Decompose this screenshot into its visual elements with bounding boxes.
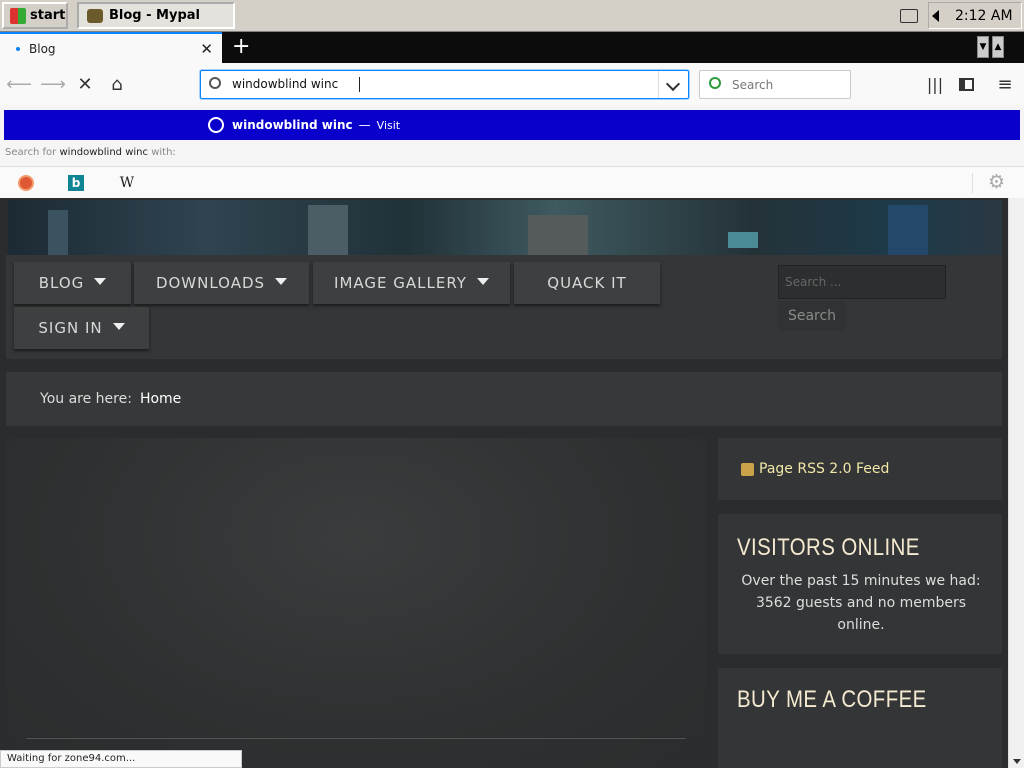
wikipedia-icon[interactable]: W <box>119 175 135 191</box>
close-tab-icon[interactable]: ✕ <box>200 40 213 58</box>
menu-icon[interactable]: ≡ <box>994 73 1016 95</box>
search-placeholder: Search <box>732 77 774 92</box>
status-bar: Waiting for zone94.com... <box>0 750 242 768</box>
tab-title: Blog <box>29 41 56 56</box>
search-bar[interactable]: Search <box>699 70 851 99</box>
dropdown-arrow-icon <box>275 277 288 285</box>
autocomplete-title: windowblind winc <box>232 118 353 132</box>
taskbar-window-button[interactable]: Blog - Mypal <box>77 2 235 29</box>
dropdown-arrow-icon <box>94 277 107 285</box>
clock: 2:12 AM <box>955 7 1013 24</box>
site-banner <box>8 200 1002 255</box>
bing-icon[interactable]: b <box>68 175 84 191</box>
taskbar-window-label: Blog - Mypal <box>109 8 200 23</box>
forward-icon[interactable]: ⟶ <box>40 73 66 95</box>
menu-image-gallery[interactable]: IMAGE GALLERY <box>313 262 510 304</box>
menu-blog[interactable]: BLOG <box>14 262 131 304</box>
taskbar: start Blog - Mypal 2:12 AM <box>0 0 1024 32</box>
library-icon[interactable]: ||| <box>924 73 946 95</box>
scroll-down-icon[interactable] <box>1013 759 1021 764</box>
search-icon <box>209 77 221 89</box>
coffee-title: BUY ME A COFFEE <box>737 686 927 713</box>
tab-strip: Blog ✕ + ▼ ▲ <box>0 32 1024 63</box>
dropdown-arrow-icon <box>112 322 125 330</box>
nav-toolbar: ⟵ ⟶ ✕ ⌂ windowblind winc Search ||| ≡ <box>0 63 1024 105</box>
url-bar[interactable]: windowblind winc <box>200 70 689 99</box>
site-search-button[interactable]: Search <box>778 301 846 331</box>
tab-list-down-icon[interactable]: ▼ <box>977 36 989 58</box>
autocomplete-separator: — <box>358 118 371 132</box>
system-tray: 2:12 AM <box>928 2 1022 29</box>
coffee-module: BUY ME A COFFEE <box>718 668 1002 768</box>
autocomplete-action: Visit <box>376 118 401 132</box>
text-cursor <box>359 77 361 92</box>
autocomplete-popup: windowblind winc — Visit Search for wind… <box>0 105 1024 198</box>
stop-icon[interactable]: ✕ <box>74 73 96 95</box>
new-tab-button[interactable]: + <box>232 35 250 59</box>
sidebar-icon[interactable] <box>955 73 977 95</box>
search-engine-bar: b W ⚙ <box>0 166 1024 198</box>
site-search-input[interactable]: Search ... <box>778 265 946 299</box>
start-button[interactable]: start <box>2 2 68 29</box>
tab-scroll-icon[interactable]: ▲ <box>992 36 1004 58</box>
home-icon[interactable]: ⌂ <box>106 73 128 95</box>
main-content <box>6 438 706 768</box>
loading-dot-icon <box>16 46 20 51</box>
site-menu: BLOG DOWNLOADS IMAGE GALLERY QUACK IT SI… <box>6 255 1002 359</box>
windows-logo-icon <box>10 7 26 24</box>
menu-quack-it[interactable]: QUACK IT <box>514 262 660 304</box>
divider <box>26 738 686 739</box>
page-viewport: BLOG DOWNLOADS IMAGE GALLERY QUACK IT SI… <box>0 198 1008 768</box>
visitors-module: VISITORS ONLINE Over the past 15 minutes… <box>718 514 1002 654</box>
rss-module: Page RSS 2.0 Feed <box>718 438 1002 500</box>
duckduckgo-icon[interactable] <box>18 175 34 191</box>
back-icon[interactable]: ⟵ <box>6 73 32 95</box>
gear-icon[interactable]: ⚙ <box>988 171 1005 193</box>
breadcrumb-label: You are here: <box>40 391 132 407</box>
visitors-title: VISITORS ONLINE <box>737 534 920 561</box>
search-with-label: Search for windowblind winc with: <box>5 147 176 158</box>
tray-expand-icon[interactable] <box>932 9 939 22</box>
tab-blog[interactable]: Blog ✕ <box>0 32 222 63</box>
divider <box>972 173 973 193</box>
breadcrumb: You are here: Home <box>6 372 1002 426</box>
keyboard-icon[interactable] <box>900 9 918 23</box>
vertical-scrollbar[interactable] <box>1008 198 1024 768</box>
visitors-text: Over the past 15 minutes we had: 3562 gu… <box>741 573 981 633</box>
dropdown-arrow-icon <box>476 277 489 285</box>
menu-sign-in[interactable]: SIGN IN <box>14 307 149 349</box>
autocomplete-row[interactable]: windowblind winc — Visit <box>4 110 1020 140</box>
rss-link[interactable]: Page RSS 2.0 Feed <box>759 461 889 477</box>
start-label: start <box>30 8 66 23</box>
breadcrumb-home[interactable]: Home <box>140 391 181 407</box>
url-input[interactable]: windowblind winc <box>232 77 361 92</box>
menu-downloads[interactable]: DOWNLOADS <box>134 262 309 304</box>
url-dropdown-icon[interactable] <box>658 71 688 98</box>
globe-icon <box>208 117 224 133</box>
mypal-icon <box>87 8 103 23</box>
rss-icon <box>741 462 754 476</box>
search-engine-icon[interactable] <box>709 77 721 89</box>
